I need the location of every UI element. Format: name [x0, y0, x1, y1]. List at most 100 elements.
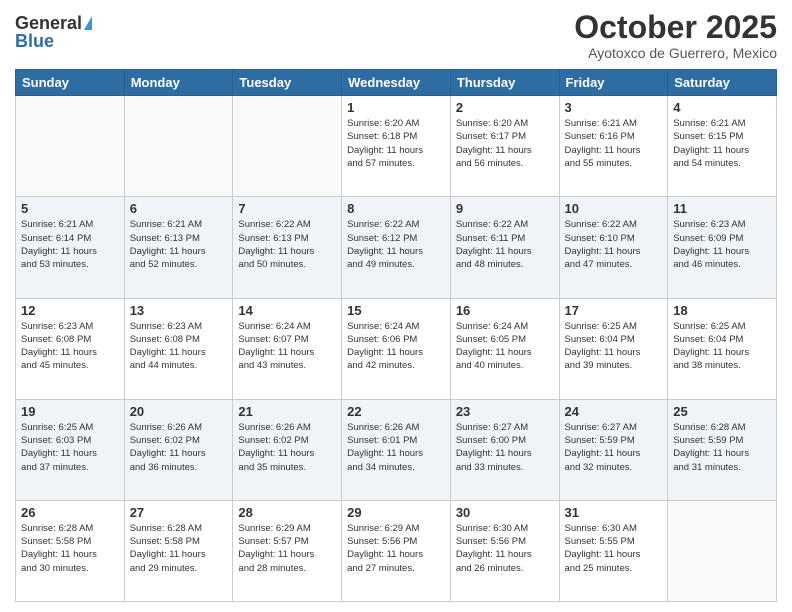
day-number: 28 [238, 505, 336, 520]
page: General Blue October 2025 Ayotoxco de Gu… [0, 0, 792, 612]
day-number: 13 [130, 303, 228, 318]
title-area: October 2025 Ayotoxco de Guerrero, Mexic… [574, 10, 777, 61]
day-info: Sunrise: 6:22 AM Sunset: 6:12 PM Dayligh… [347, 218, 445, 271]
day-number: 15 [347, 303, 445, 318]
day-info: Sunrise: 6:23 AM Sunset: 6:09 PM Dayligh… [673, 218, 771, 271]
day-number: 25 [673, 404, 771, 419]
day-info: Sunrise: 6:26 AM Sunset: 6:02 PM Dayligh… [238, 421, 336, 474]
calendar-week: 1 Sunrise: 6:20 AM Sunset: 6:18 PM Daylig… [16, 96, 777, 197]
header-day: Wednesday [342, 70, 451, 96]
table-row: 17 Sunrise: 6:25 AM Sunset: 6:04 PM Dayli… [559, 298, 668, 399]
table-row: 21 Sunrise: 6:26 AM Sunset: 6:02 PM Dayli… [233, 399, 342, 500]
table-row: 31Sunrise: 6:30 AM Sunset: 5:55 PM Dayli… [559, 500, 668, 601]
table-row: 28 Sunrise: 6:29 AM Sunset: 5:57 PM Dayli… [233, 500, 342, 601]
table-row: 22 Sunrise: 6:26 AM Sunset: 6:01 PM Dayli… [342, 399, 451, 500]
table-row: 6 Sunrise: 6:21 AM Sunset: 6:13 PM Daylig… [124, 197, 233, 298]
day-info: Sunrise: 6:25 AM Sunset: 6:03 PM Dayligh… [21, 421, 119, 474]
header-day: Tuesday [233, 70, 342, 96]
logo-blue: Blue [15, 32, 54, 50]
header-day: Monday [124, 70, 233, 96]
day-info: Sunrise: 6:21 AM Sunset: 6:15 PM Dayligh… [673, 117, 771, 170]
day-info: Sunrise: 6:20 AM Sunset: 6:18 PM Dayligh… [347, 117, 445, 170]
subtitle: Ayotoxco de Guerrero, Mexico [574, 45, 777, 61]
table-row [16, 96, 125, 197]
header-day: Saturday [668, 70, 777, 96]
day-info: Sunrise: 6:28 AM Sunset: 5:58 PM Dayligh… [21, 522, 119, 575]
header-day: Friday [559, 70, 668, 96]
day-number: 24 [565, 404, 663, 419]
day-info: Sunrise: 6:22 AM Sunset: 6:10 PM Dayligh… [565, 218, 663, 271]
table-row: 1 Sunrise: 6:20 AM Sunset: 6:18 PM Daylig… [342, 96, 451, 197]
table-row: 16 Sunrise: 6:24 AM Sunset: 6:05 PM Dayli… [450, 298, 559, 399]
table-row: 13 Sunrise: 6:23 AM Sunset: 6:08 PM Dayli… [124, 298, 233, 399]
day-number: 21 [238, 404, 336, 419]
day-number: 17 [565, 303, 663, 318]
table-row: 18 Sunrise: 6:25 AM Sunset: 6:04 PM Dayli… [668, 298, 777, 399]
day-number: 3 [565, 100, 663, 115]
table-row: 4 Sunrise: 6:21 AM Sunset: 6:15 PM Daylig… [668, 96, 777, 197]
day-info: Sunrise: 6:27 AM Sunset: 5:59 PM Dayligh… [565, 421, 663, 474]
table-row: 15 Sunrise: 6:24 AM Sunset: 6:06 PM Dayli… [342, 298, 451, 399]
calendar-week: 12Sunrise: 6:23 AM Sunset: 6:08 PM Dayli… [16, 298, 777, 399]
day-number: 6 [130, 201, 228, 216]
day-info: Sunrise: 6:24 AM Sunset: 6:06 PM Dayligh… [347, 320, 445, 373]
day-info: Sunrise: 6:25 AM Sunset: 6:04 PM Dayligh… [565, 320, 663, 373]
header-day: Thursday [450, 70, 559, 96]
day-info: Sunrise: 6:21 AM Sunset: 6:16 PM Dayligh… [565, 117, 663, 170]
day-info: Sunrise: 6:25 AM Sunset: 6:04 PM Dayligh… [673, 320, 771, 373]
day-info: Sunrise: 6:29 AM Sunset: 5:57 PM Dayligh… [238, 522, 336, 575]
day-info: Sunrise: 6:28 AM Sunset: 5:58 PM Dayligh… [130, 522, 228, 575]
day-info: Sunrise: 6:27 AM Sunset: 6:00 PM Dayligh… [456, 421, 554, 474]
day-number: 5 [21, 201, 119, 216]
day-number: 16 [456, 303, 554, 318]
table-row: 26 Sunrise: 6:28 AM Sunset: 5:58 PM Dayli… [16, 500, 125, 601]
day-number: 23 [456, 404, 554, 419]
day-info: Sunrise: 6:29 AM Sunset: 5:56 PM Dayligh… [347, 522, 445, 575]
header-row: SundayMondayTuesdayWednesdayThursdayFrid… [16, 70, 777, 96]
calendar-week: 19Sunrise: 6:25 AM Sunset: 6:03 PM Dayli… [16, 399, 777, 500]
table-row [233, 96, 342, 197]
day-number: 14 [238, 303, 336, 318]
day-info: Sunrise: 6:26 AM Sunset: 6:01 PM Dayligh… [347, 421, 445, 474]
table-row: 11 Sunrise: 6:23 AM Sunset: 6:09 PM Dayli… [668, 197, 777, 298]
calendar-week: 5 Sunrise: 6:21 AM Sunset: 6:14 PM Daylig… [16, 197, 777, 298]
day-info: Sunrise: 6:26 AM Sunset: 6:02 PM Dayligh… [130, 421, 228, 474]
logo: General Blue [15, 10, 92, 50]
calendar-table: SundayMondayTuesdayWednesdayThursdayFrid… [15, 69, 777, 602]
day-number: 26 [21, 505, 119, 520]
day-number: 30 [456, 505, 554, 520]
day-info: Sunrise: 6:20 AM Sunset: 6:17 PM Dayligh… [456, 117, 554, 170]
table-row: 23 Sunrise: 6:27 AM Sunset: 6:00 PM Dayli… [450, 399, 559, 500]
day-number: 22 [347, 404, 445, 419]
day-number: 18 [673, 303, 771, 318]
day-number: 31 [565, 505, 663, 520]
table-row: 7Sunrise: 6:22 AM Sunset: 6:13 PM Daylig… [233, 197, 342, 298]
table-row [668, 500, 777, 601]
table-row: 3 Sunrise: 6:21 AM Sunset: 6:16 PM Daylig… [559, 96, 668, 197]
day-number: 20 [130, 404, 228, 419]
table-row: 12Sunrise: 6:23 AM Sunset: 6:08 PM Dayli… [16, 298, 125, 399]
day-info: Sunrise: 6:22 AM Sunset: 6:11 PM Dayligh… [456, 218, 554, 271]
day-info: Sunrise: 6:23 AM Sunset: 6:08 PM Dayligh… [130, 320, 228, 373]
day-info: Sunrise: 6:28 AM Sunset: 5:59 PM Dayligh… [673, 421, 771, 474]
day-info: Sunrise: 6:21 AM Sunset: 6:13 PM Dayligh… [130, 218, 228, 271]
table-row: 14Sunrise: 6:24 AM Sunset: 6:07 PM Dayli… [233, 298, 342, 399]
calendar-week: 26 Sunrise: 6:28 AM Sunset: 5:58 PM Dayli… [16, 500, 777, 601]
day-number: 9 [456, 201, 554, 216]
day-info: Sunrise: 6:22 AM Sunset: 6:13 PM Dayligh… [238, 218, 336, 271]
day-number: 27 [130, 505, 228, 520]
logo-icon [84, 16, 92, 30]
table-row: 25 Sunrise: 6:28 AM Sunset: 5:59 PM Dayli… [668, 399, 777, 500]
day-number: 4 [673, 100, 771, 115]
day-number: 10 [565, 201, 663, 216]
day-info: Sunrise: 6:21 AM Sunset: 6:14 PM Dayligh… [21, 218, 119, 271]
day-number: 11 [673, 201, 771, 216]
table-row: 10 Sunrise: 6:22 AM Sunset: 6:10 PM Dayli… [559, 197, 668, 298]
day-number: 2 [456, 100, 554, 115]
table-row: 2 Sunrise: 6:20 AM Sunset: 6:17 PM Daylig… [450, 96, 559, 197]
month-title: October 2025 [574, 10, 777, 45]
day-number: 29 [347, 505, 445, 520]
day-number: 1 [347, 100, 445, 115]
day-info: Sunrise: 6:24 AM Sunset: 6:05 PM Dayligh… [456, 320, 554, 373]
day-info: Sunrise: 6:23 AM Sunset: 6:08 PM Dayligh… [21, 320, 119, 373]
